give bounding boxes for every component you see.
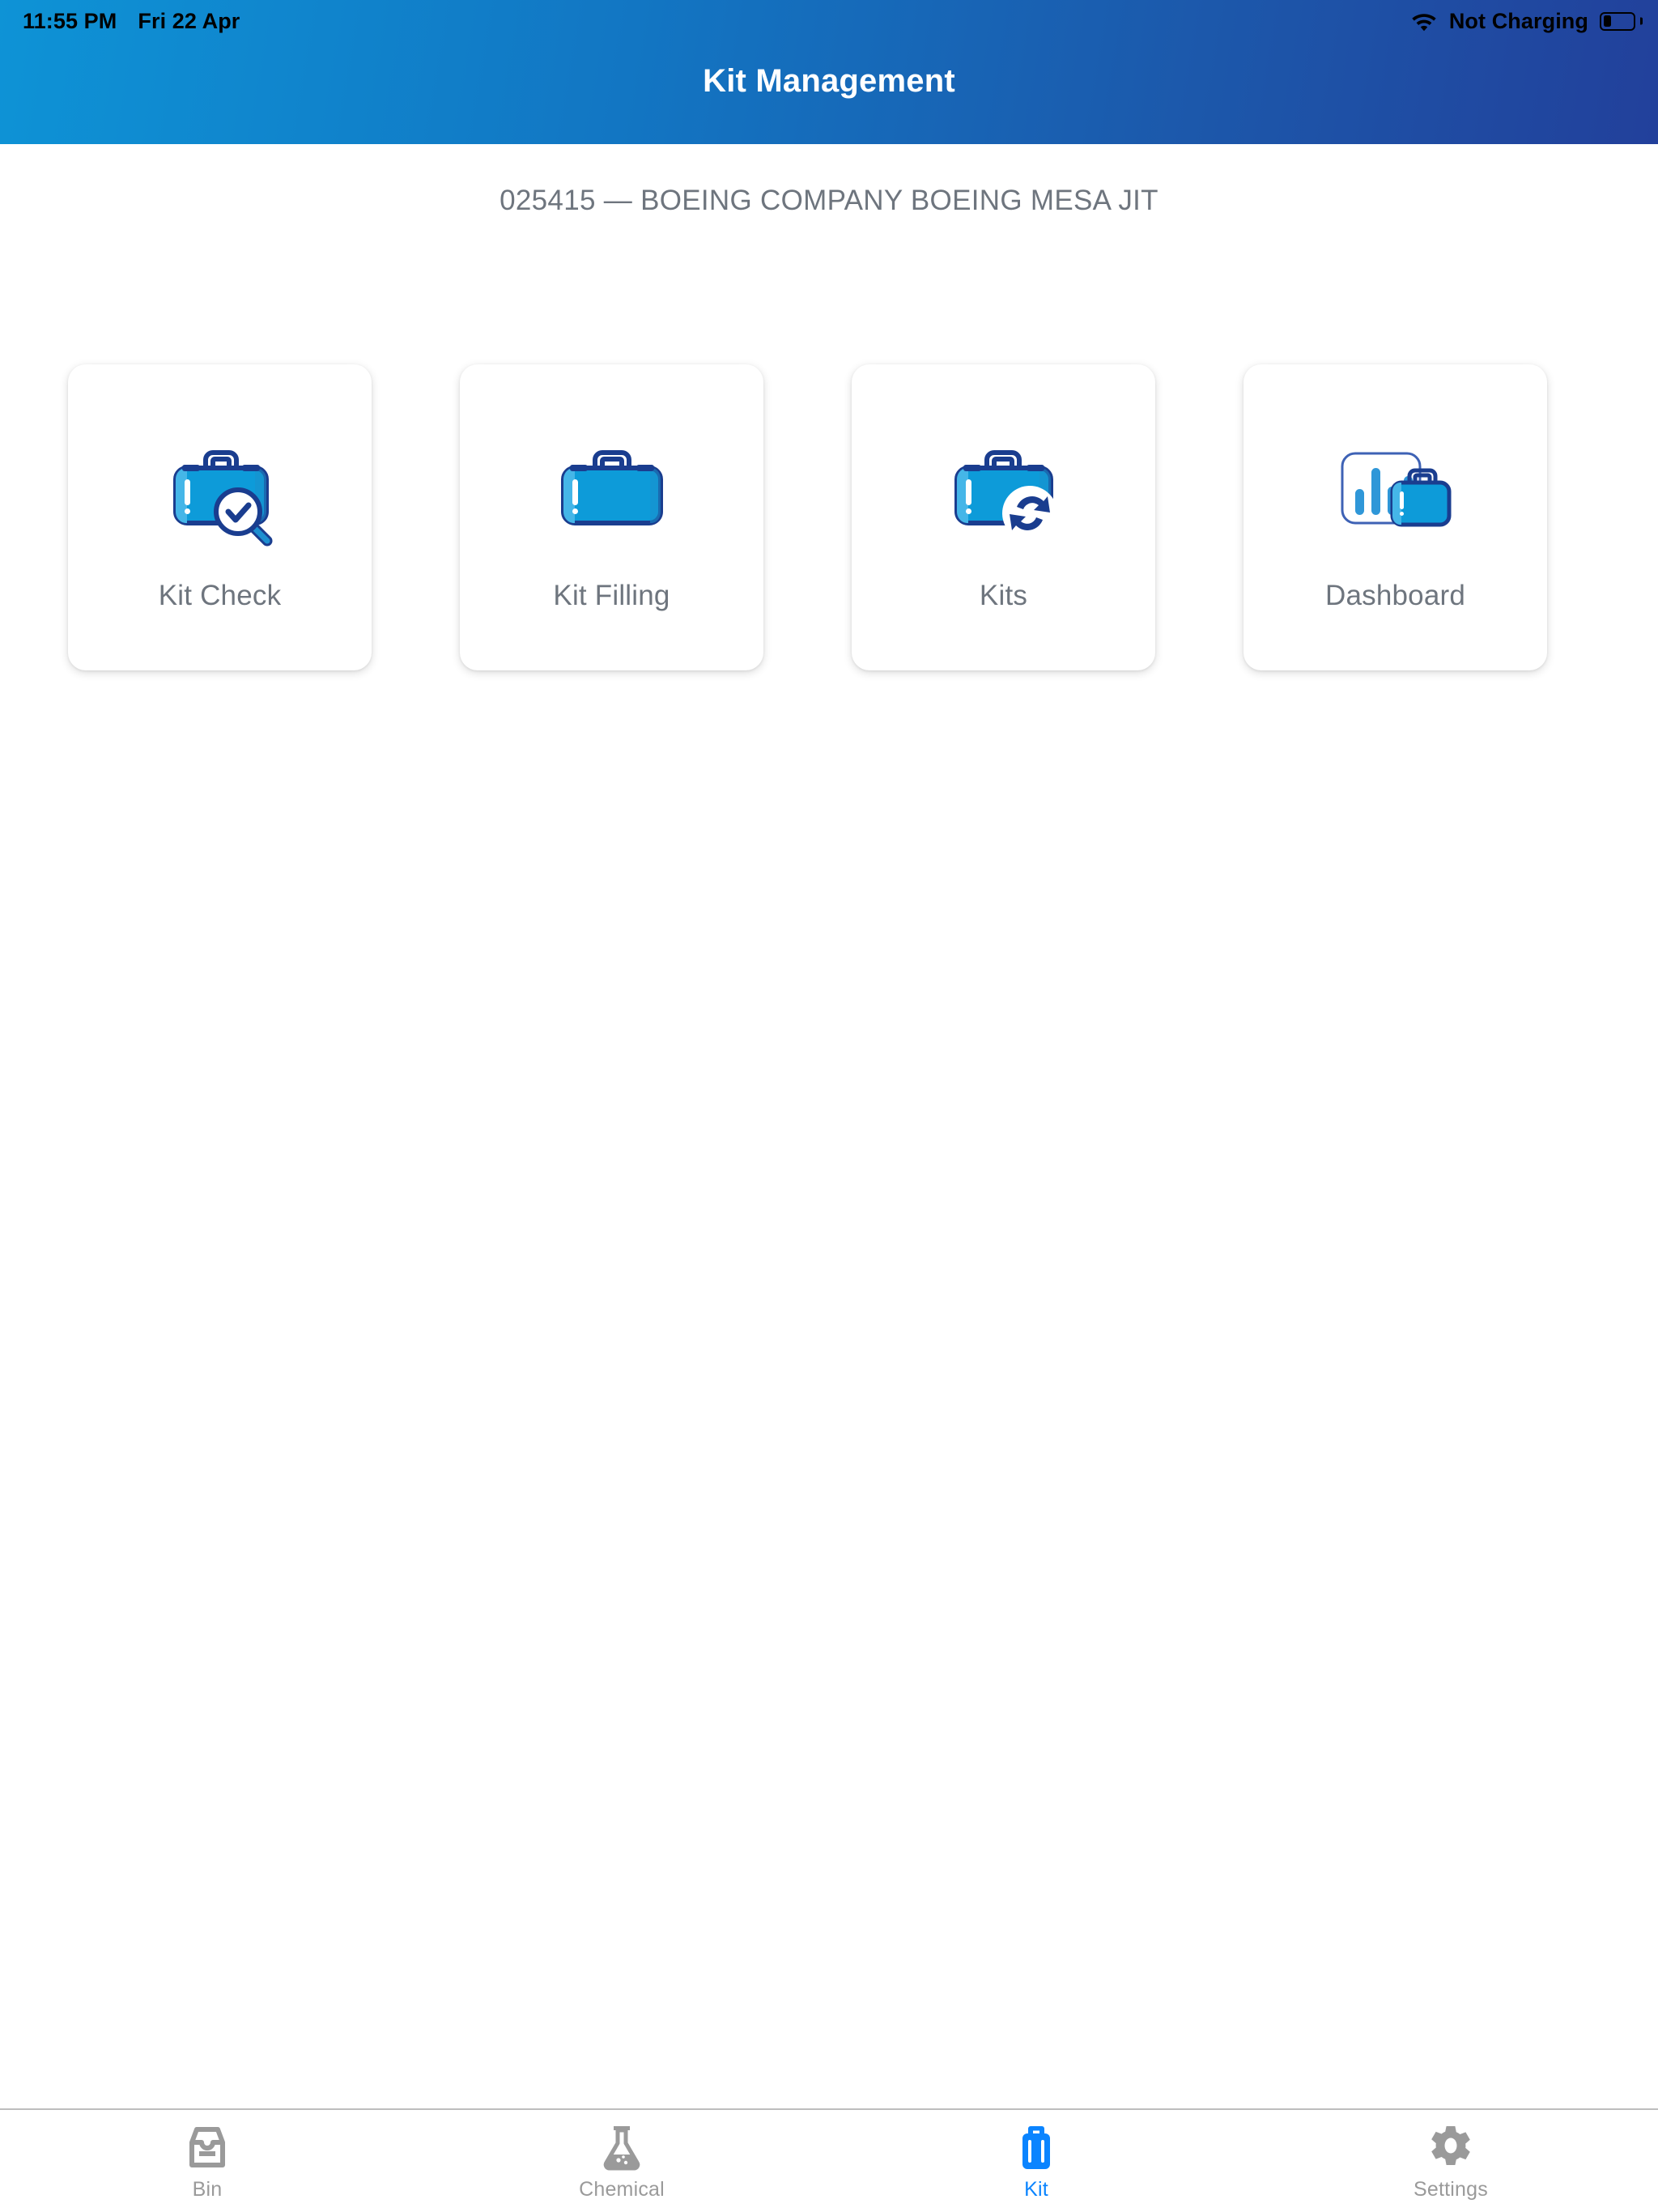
bottom-tab-bar: Bin Chemical Kit Settings: [0, 2108, 1658, 2212]
status-bar-date: Fri 22 Apr: [138, 8, 240, 33]
card-label: Dashboard: [1324, 580, 1466, 611]
status-bar-left: 11:55 PM Fri 22 Apr: [23, 9, 240, 34]
tab-bin[interactable]: Bin: [0, 2110, 414, 2212]
status-bar: 11:55 PM Fri 22 Apr Not Charging: [0, 0, 1658, 42]
tab-label: Settings: [1414, 2178, 1488, 2201]
gear-icon: [1427, 2121, 1474, 2173]
barchart-briefcase-icon: [1319, 434, 1473, 555]
tab-label: Kit: [1024, 2178, 1048, 2201]
card-label: Kits: [979, 580, 1028, 611]
briefcase-sync-icon: [927, 434, 1081, 555]
card-label: Kit Filling: [553, 580, 670, 611]
briefcase-magnifier-check-icon: [143, 434, 297, 555]
tab-settings[interactable]: Settings: [1244, 2110, 1658, 2212]
tab-kit[interactable]: Kit: [829, 2110, 1244, 2212]
tab-chemical[interactable]: Chemical: [414, 2110, 829, 2212]
battery-low-icon: [1600, 11, 1643, 31]
suitcase-icon: [1017, 2121, 1056, 2173]
battery-status-label: Not Charging: [1448, 8, 1588, 33]
card-kit-check[interactable]: Kit Check: [68, 364, 372, 670]
card-label: Kit Check: [158, 580, 282, 611]
app-header: 11:55 PM Fri 22 Apr Not Charging Kit Man…: [0, 0, 1658, 144]
flask-icon: [601, 2121, 643, 2173]
app-screen: 11:55 PM Fri 22 Apr Not Charging Kit Man…: [0, 0, 1658, 2212]
card-kit-filling[interactable]: Kit Filling: [460, 364, 763, 670]
card-dashboard[interactable]: Dashboard: [1244, 364, 1547, 670]
account-subtitle: 025415 — BOEING COMPANY BOEING MESA JIT: [500, 185, 1158, 216]
card-kits[interactable]: Kits: [852, 364, 1155, 670]
tab-label: Chemical: [579, 2178, 665, 2201]
briefcase-icon: [535, 434, 689, 555]
status-bar-right: Not Charging: [1410, 8, 1643, 34]
module-card-grid: Kit Check Kit Filling Kits Dashboard: [68, 364, 1590, 670]
page-title: Kit Management: [703, 63, 955, 99]
status-bar-time: 11:55 PM: [23, 8, 117, 33]
tray-icon: [186, 2121, 228, 2173]
wifi-icon: [1410, 11, 1438, 32]
tab-label: Bin: [192, 2178, 223, 2201]
